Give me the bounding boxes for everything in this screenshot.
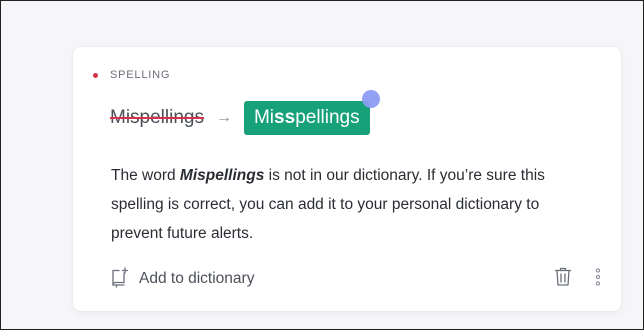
- replacement-suffix: pellings: [295, 107, 360, 128]
- category-dot: [93, 72, 98, 78]
- suggestion-card[interactable]: SPELLING Mispellings → Misspellings The …: [73, 47, 621, 311]
- replacement-prefix: Mi: [253, 107, 275, 128]
- screenshot-frame: SPELLING Mispellings → Misspellings The …: [0, 0, 644, 330]
- card-footer: Add to dictionary: [110, 266, 601, 293]
- replacement-bold: ss: [274, 107, 296, 128]
- explanation-prefix: The word: [111, 167, 180, 184]
- add-to-dictionary-button[interactable]: Add to dictionary: [110, 266, 254, 293]
- add-to-dictionary-label: Add to dictionary: [139, 270, 255, 287]
- accept-suggestion-button[interactable]: Misspellings: [243, 90, 380, 135]
- explanation-word: Mispellings: [179, 167, 265, 184]
- explanation-text: The word Mispellings is not in our dicti…: [111, 161, 591, 248]
- more-options-icon[interactable]: [595, 267, 601, 292]
- add-to-dictionary-icon: [110, 266, 130, 293]
- suggestion-row: Mispellings → Misspellings: [110, 90, 380, 135]
- category-header: SPELLING: [93, 69, 170, 81]
- pointer-indicator: [361, 90, 380, 108]
- trash-icon[interactable]: [554, 266, 572, 292]
- category-label: SPELLING: [110, 69, 171, 81]
- arrow-icon: →: [215, 109, 232, 126]
- original-word: Mispellings: [110, 107, 204, 128]
